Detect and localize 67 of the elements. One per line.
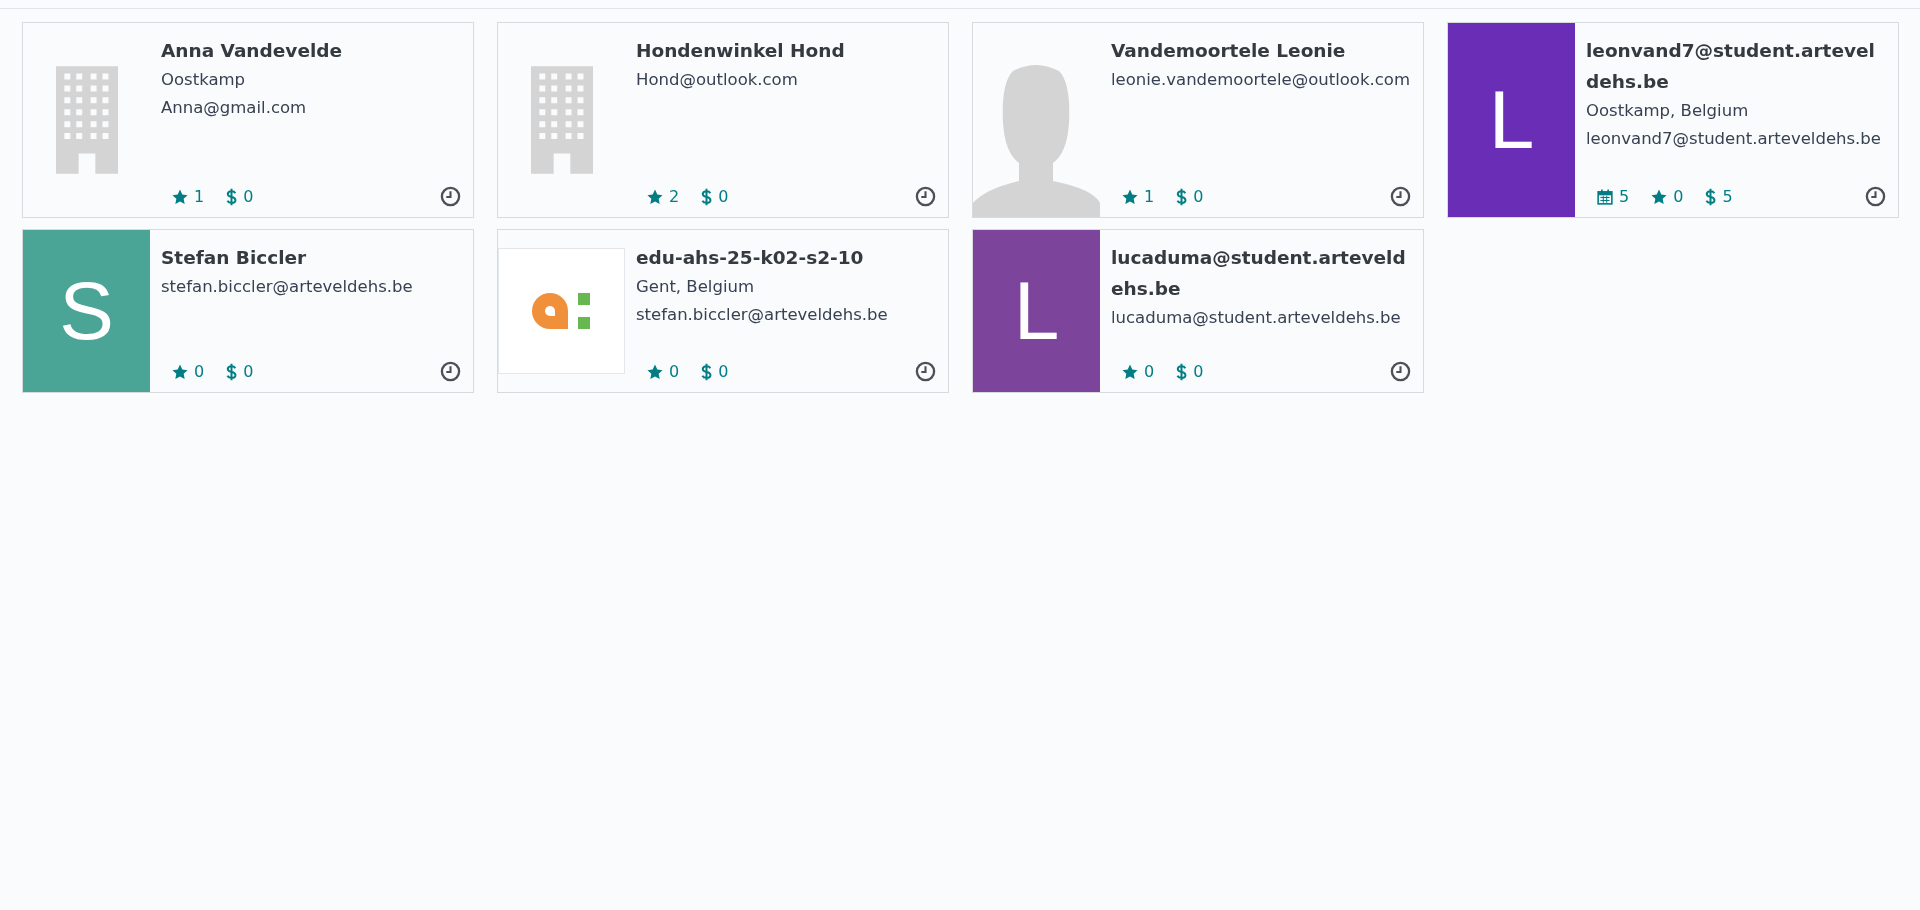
contact-card[interactable]: S Stefan Biccler stefan.biccler@arteveldehs.be 0 0 (22, 229, 474, 393)
contact-detail: Gent, Belgium (636, 276, 755, 298)
calendar-icon (1597, 188, 1613, 205)
dollar-icon (1176, 187, 1188, 206)
letter-avatar: S (23, 230, 150, 392)
clock-icon[interactable] (440, 361, 461, 382)
contact-card[interactable]: edu-ahs-25-k02-s2-10 Gent, Belgium stefan.biccler@arteveldehs.be 0 0 (497, 229, 949, 393)
contact-name: leonvand7@student.arteveldehs.be (1586, 39, 1876, 94)
contact-name: Stefan Biccler (161, 246, 308, 270)
person-silhouette-icon (973, 63, 1100, 217)
contact-detail: leonie.vandemoortele@outlook.com (1111, 69, 1411, 91)
sales-stat[interactable]: 0 (701, 187, 729, 206)
dollar-icon (1705, 187, 1717, 206)
building-icon (55, 66, 118, 174)
clock-icon[interactable] (915, 361, 936, 382)
dollar-icon (701, 187, 713, 206)
contact-name: Hondenwinkel Hond (636, 39, 846, 63)
contact-card[interactable]: L leonvand7@student.arteveldehs.be Oostkamp, Belgium leonvand7@student.arteveldehs.be 5 0 5 (1447, 22, 1899, 218)
sales-stat[interactable]: 0 (226, 187, 254, 206)
opportunities-stat[interactable]: 1 (172, 187, 205, 206)
opportunities-stat[interactable]: 2 (647, 187, 680, 206)
star-icon (1651, 188, 1668, 205)
opportunities-stat[interactable]: 0 (647, 362, 680, 381)
contact-detail: Anna@gmail.com (161, 97, 308, 119)
clock-icon[interactable] (1390, 186, 1411, 207)
opportunities-stat[interactable]: 0 (1122, 362, 1155, 381)
contact-name: Anna Vandevelde (161, 39, 344, 63)
contact-detail: lucaduma@student.arteveldehs.be (1111, 307, 1402, 329)
building-icon (530, 66, 593, 174)
dollar-icon (226, 362, 238, 381)
clock-icon[interactable] (1865, 186, 1886, 207)
clock-icon[interactable] (440, 186, 461, 207)
contact-card[interactable]: Hondenwinkel Hond Hond@outlook.com 2 0 (497, 22, 949, 218)
contact-detail: Hond@outlook.com (636, 69, 799, 91)
star-icon (172, 363, 188, 380)
sales-stat[interactable]: 0 (701, 362, 729, 381)
meetings-stat[interactable]: 5 (1597, 187, 1630, 206)
sales-stat[interactable]: 0 (1176, 362, 1204, 381)
contact-detail: stefan.biccler@arteveldehs.be (161, 276, 414, 298)
contact-detail: leonvand7@student.arteveldehs.be (1586, 128, 1882, 150)
star-icon (1122, 188, 1138, 205)
dollar-icon (701, 362, 713, 381)
star-icon (647, 363, 663, 380)
clock-icon[interactable] (915, 186, 936, 207)
contact-name: lucaduma@student.arteveldehs.be (1111, 246, 1407, 301)
contact-name: Vandemoortele Leonie (1111, 39, 1347, 63)
contact-detail: stefan.biccler@arteveldehs.be (636, 304, 889, 326)
contact-detail: Oostkamp, Belgium (1586, 100, 1750, 122)
dollar-icon (1176, 362, 1188, 381)
contact-detail: Oostkamp (161, 69, 247, 91)
opportunities-stat[interactable]: 0 (1651, 187, 1684, 206)
letter-avatar: L (973, 230, 1100, 392)
star-icon (1122, 363, 1138, 380)
dollar-icon (226, 187, 238, 206)
opportunities-stat[interactable]: 1 (1122, 187, 1155, 206)
contact-name: edu-ahs-25-k02-s2-10 (636, 246, 865, 270)
letter-avatar: L (1448, 23, 1575, 217)
clock-icon[interactable] (1390, 361, 1411, 382)
contact-card[interactable]: Anna Vandevelde Oostkamp Anna@gmail.com 1 0 (22, 22, 474, 218)
sales-stat[interactable]: 0 (1176, 187, 1204, 206)
star-icon (647, 188, 663, 205)
sales-stat[interactable]: 5 (1705, 187, 1733, 206)
contact-card[interactable]: L lucaduma@student.arteveldehs.be lucaduma@student.arteveldehs.be 0 0 (972, 229, 1424, 393)
contact-card[interactable]: Vandemoortele Leonie leonie.vandemoortele@outlook.com 1 0 (972, 22, 1424, 218)
opportunities-stat[interactable]: 0 (172, 362, 205, 381)
star-icon (172, 188, 188, 205)
sales-stat[interactable]: 0 (226, 362, 254, 381)
